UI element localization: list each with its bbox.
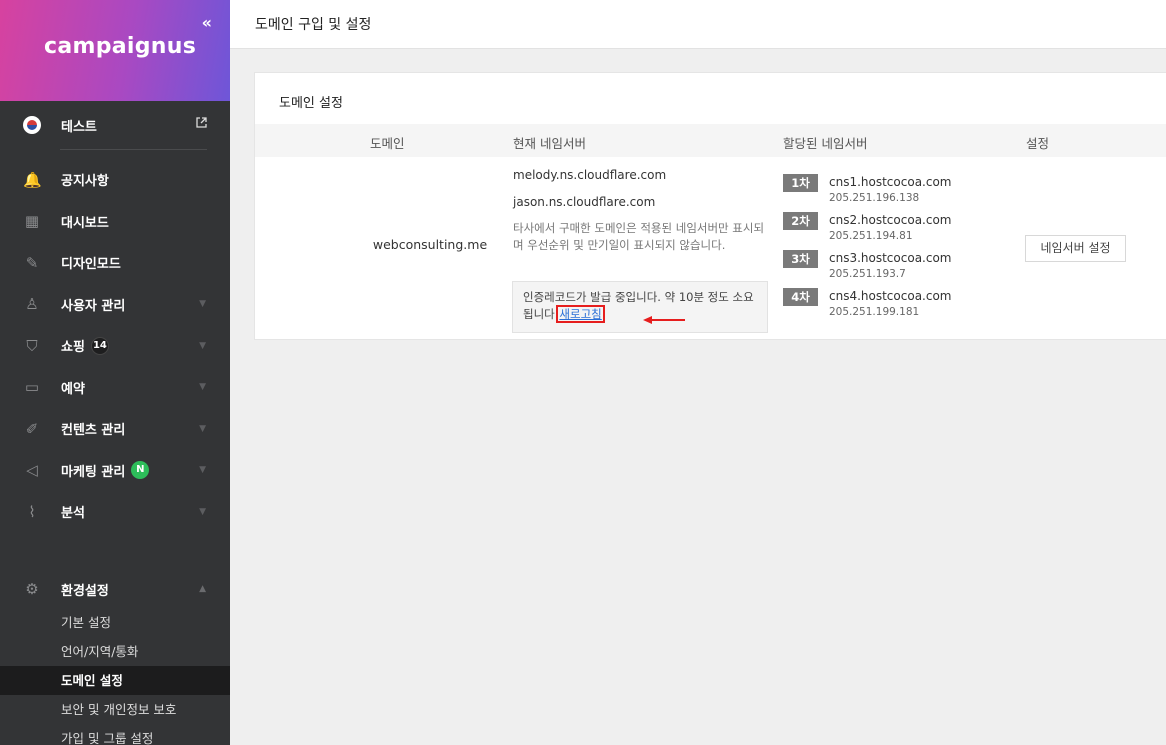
count-badge: 14 xyxy=(90,336,109,355)
red-arrow-icon xyxy=(643,316,685,324)
ns-priority-tag: 4차 xyxy=(783,288,818,306)
settings-subitem[interactable]: 도메인 설정 xyxy=(0,666,230,695)
sidebar-item[interactable]: ⌇ 분석 ▼ xyxy=(0,491,230,533)
sidebar-item-label: 디자인모드 xyxy=(61,257,121,273)
magic-wand-icon: ✎ xyxy=(25,253,39,272)
column-header-settings: 설정 xyxy=(1026,136,1050,151)
sidebar-item-label: 컨텐츠 관리 xyxy=(61,423,126,439)
sidebar-item-label: 공지사항 xyxy=(61,174,109,190)
sidebar-item-label: 환경설정 xyxy=(61,583,109,599)
settings-subitem[interactable]: 기본 설정 xyxy=(0,608,230,637)
grid-icon: ▦ xyxy=(24,212,40,231)
card-title: 도메인 설정 xyxy=(279,96,343,111)
settings-subitem[interactable]: 가입 및 그룹 설정 xyxy=(0,724,230,745)
sidebar-item[interactable]: ✐ 컨텐츠 관리 ▼ xyxy=(0,408,230,450)
kr-flag-icon xyxy=(23,116,41,134)
assigned-ns-row: 1차 cns1.hostcocoa.com 205.251.196.138 xyxy=(783,174,983,210)
column-header-assigned-ns: 할당된 네임서버 xyxy=(783,136,868,151)
page-title: 도메인 구입 및 설정 xyxy=(255,17,372,33)
site-name: 테스트 xyxy=(61,119,97,135)
column-header-domain: 도메인 xyxy=(370,136,405,151)
assigned-ns-row: 4차 cns4.hostcocoa.com 205.251.199.181 xyxy=(783,288,983,324)
chart-line-icon: ⌇ xyxy=(28,502,36,521)
ns-priority-tag: 3차 xyxy=(783,250,818,268)
sidebar-item-label: 사용자 관리 xyxy=(61,298,126,314)
gear-icon: ⚙ xyxy=(25,580,39,598)
ns-ip: 205.251.194.81 xyxy=(829,230,913,242)
settings-subitem[interactable]: 언어/지역/통화 xyxy=(0,637,230,666)
chevron-down-icon: ▼ xyxy=(199,465,206,476)
ns-host: cns4.hostcocoa.com xyxy=(829,289,952,303)
user-icon: ♙ xyxy=(25,295,39,314)
new-badge: N xyxy=(131,461,150,480)
assigned-ns-row: 2차 cns2.hostcocoa.com 205.251.194.81 xyxy=(783,212,983,248)
settings-subitem[interactable]: 보안 및 개인정보 보호 xyxy=(0,695,230,724)
sidebar-item[interactable]: ♙ 사용자 관리 ▼ xyxy=(0,284,230,326)
table-header: 도메인 현재 네임서버 할당된 네임서버 설정 xyxy=(255,124,1166,157)
domain-settings-card: 도메인 설정 도메인 현재 네임서버 할당된 네임서버 설정 webconsul… xyxy=(254,72,1166,340)
chevron-down-icon: ▼ xyxy=(199,340,206,351)
sidebar-item[interactable]: ◁ 마케팅 관리 N ▼ xyxy=(0,450,230,492)
sidebar-item-label: 분석 xyxy=(61,506,85,522)
refresh-link[interactable]: 새로고침 xyxy=(556,305,605,323)
sidebar-item-label: 대시보드 xyxy=(61,215,109,231)
calendar-icon: ▭ xyxy=(24,378,40,397)
brand-header: « campaignus xyxy=(0,0,230,101)
ns-note: 타사에서 구매한 도메인은 적용된 네임서버만 표시되며 우선순위 및 만기일이… xyxy=(513,221,765,252)
external-link-icon[interactable] xyxy=(196,117,207,131)
sidebar-menu: 🔔 공지사항 ▦ 대시보드 ✎ 디자인모드 ♙ 사용자 관리 ▼ ⛉ 쇼핑 14 ▼ ▭ 예약 ▼ ✐ 컨텐츠 관… xyxy=(0,150,230,533)
sidebar-item[interactable]: ⛉ 쇼핑 14 ▼ xyxy=(0,325,230,367)
domain-name: webconsulting.me xyxy=(372,237,488,252)
sidebar-item[interactable]: ✎ 디자인모드 xyxy=(0,242,230,284)
column-header-current-ns: 현재 네임서버 xyxy=(513,136,586,151)
sidebar: « campaignus 테스트 🔔 공지사항 ▦ 대시보드 ✎ 디자인모드 ♙ 사용자 관리… xyxy=(0,0,230,745)
megaphone-icon: ◁ xyxy=(26,461,38,480)
sidebar-item[interactable]: ▦ 대시보드 xyxy=(0,201,230,243)
collapse-sidebar-icon[interactable]: « xyxy=(202,13,212,32)
chevron-down-icon: ▼ xyxy=(199,382,206,393)
bell-icon: 🔔 xyxy=(23,170,42,189)
ns-ip: 205.251.196.138 xyxy=(829,192,920,204)
top-bar: 도메인 구입 및 설정 xyxy=(230,0,1166,49)
ns-priority-tag: 1차 xyxy=(783,174,818,192)
logo[interactable]: campaignus xyxy=(44,34,196,59)
ns-host: cns2.hostcocoa.com xyxy=(829,213,952,227)
pending-notice: 인증레코드가 발급 중입니다. 약 10분 정도 소요됩니다.새로고침 xyxy=(512,281,768,333)
ns-ip: 205.251.199.181 xyxy=(829,306,920,318)
current-ns-1: melody.ns.cloudflare.com xyxy=(513,168,667,182)
sidebar-item[interactable]: ▭ 예약 ▼ xyxy=(0,367,230,409)
current-ns-2: jason.ns.cloudflare.com xyxy=(513,195,656,209)
ns-priority-tag: 2차 xyxy=(783,212,818,230)
sidebar-item[interactable]: 🔔 공지사항 xyxy=(0,159,230,201)
sidebar-item-label: 마케팅 관리 xyxy=(61,464,126,480)
chevron-down-icon: ▼ xyxy=(199,299,206,310)
sidebar-item-settings[interactable]: ⚙ 환경설정 ▲ xyxy=(0,570,230,608)
chevron-down-icon: ▼ xyxy=(199,506,206,517)
sidebar-item-label: 예약 xyxy=(61,381,85,397)
nameserver-settings-button[interactable]: 네임서버 설정 xyxy=(1025,235,1126,262)
ns-ip: 205.251.193.7 xyxy=(829,268,906,280)
ns-host: cns3.hostcocoa.com xyxy=(829,251,952,265)
ns-host: cns1.hostcocoa.com xyxy=(829,175,952,189)
shopping-bag-icon: ⛉ xyxy=(26,336,38,355)
sidebar-item-label: 쇼핑 xyxy=(61,340,85,356)
assigned-ns-row: 3차 cns3.hostcocoa.com 205.251.193.7 xyxy=(783,250,983,286)
chevron-down-icon: ▼ xyxy=(199,423,206,434)
site-selector[interactable]: 테스트 xyxy=(0,101,230,149)
chevron-up-icon: ▲ xyxy=(199,584,206,594)
edit-icon: ✐ xyxy=(25,419,39,438)
